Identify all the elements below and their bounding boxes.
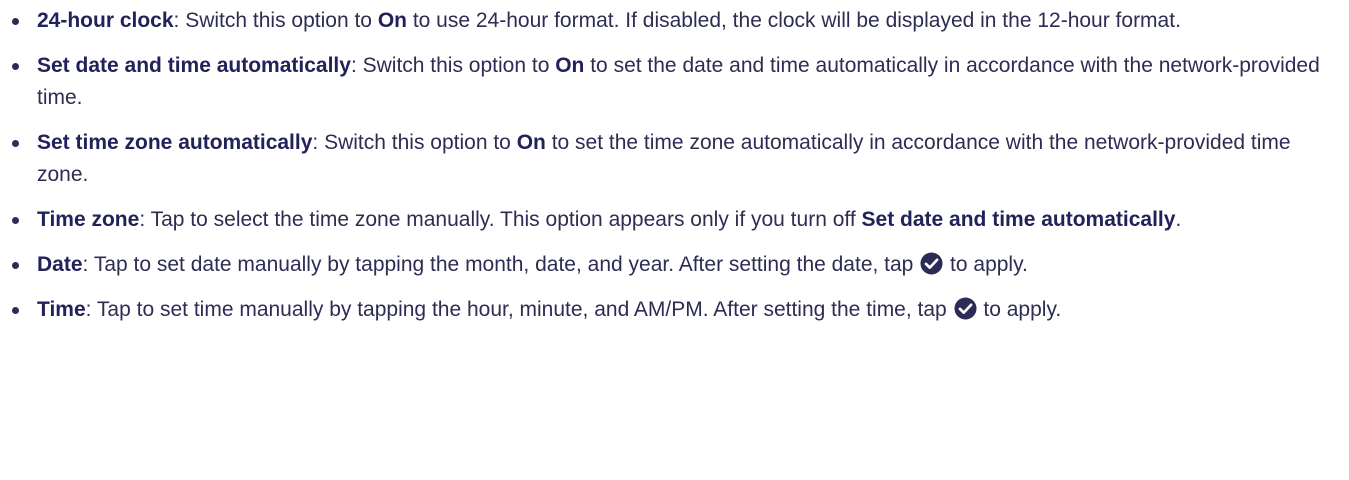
item-text: : Switch this option to bbox=[312, 131, 517, 154]
item-term: Set date and time automatically bbox=[37, 54, 351, 77]
item-text: to use 24-hour format. If disabled, the … bbox=[407, 9, 1181, 32]
bullet-icon bbox=[12, 140, 19, 147]
item-text: to apply. bbox=[977, 298, 1062, 321]
item-reference: Set date and time automatically bbox=[861, 208, 1176, 231]
item-term: Time zone bbox=[37, 208, 140, 231]
document: 24-hour clock: Switch this option to On … bbox=[0, 5, 1349, 326]
list-item: 24-hour clock: Switch this option to On … bbox=[0, 5, 1349, 37]
bullet-list: 24-hour clock: Switch this option to On … bbox=[0, 5, 1349, 326]
list-item: Set date and time automatically: Switch … bbox=[0, 50, 1349, 114]
item-term: Time bbox=[37, 298, 86, 321]
bullet-icon bbox=[12, 262, 19, 269]
item-term: Set time zone automatically bbox=[37, 131, 313, 154]
on-label: On bbox=[377, 9, 407, 32]
bullet-icon bbox=[12, 307, 19, 314]
bullet-icon bbox=[12, 63, 19, 70]
item-text: to apply. bbox=[944, 253, 1028, 276]
list-item: Date: Tap to set date manually by tappin… bbox=[0, 249, 1349, 281]
list-item: Time zone: Tap to select the time zone m… bbox=[0, 204, 1349, 236]
check-circle-icon bbox=[920, 252, 943, 275]
item-text: : Tap to set time manually by tapping th… bbox=[85, 298, 953, 321]
item-text: . bbox=[1175, 208, 1182, 231]
check-circle-icon bbox=[954, 297, 977, 320]
item-text: : Tap to select the time zone manually. … bbox=[139, 208, 862, 231]
item-term: Date bbox=[37, 253, 83, 276]
item-term: 24-hour clock bbox=[37, 9, 174, 32]
bullet-icon bbox=[12, 18, 19, 25]
item-text: : Switch this option to bbox=[173, 9, 378, 32]
on-label: On bbox=[516, 131, 546, 154]
item-text: : Switch this option to bbox=[350, 54, 556, 77]
on-label: On bbox=[555, 54, 585, 77]
list-item: Set time zone automatically: Switch this… bbox=[0, 127, 1349, 191]
item-text: : Tap to set date manually by tapping th… bbox=[82, 253, 920, 276]
bullet-icon bbox=[12, 217, 19, 224]
list-item: Time: Tap to set time manually by tappin… bbox=[0, 294, 1349, 326]
